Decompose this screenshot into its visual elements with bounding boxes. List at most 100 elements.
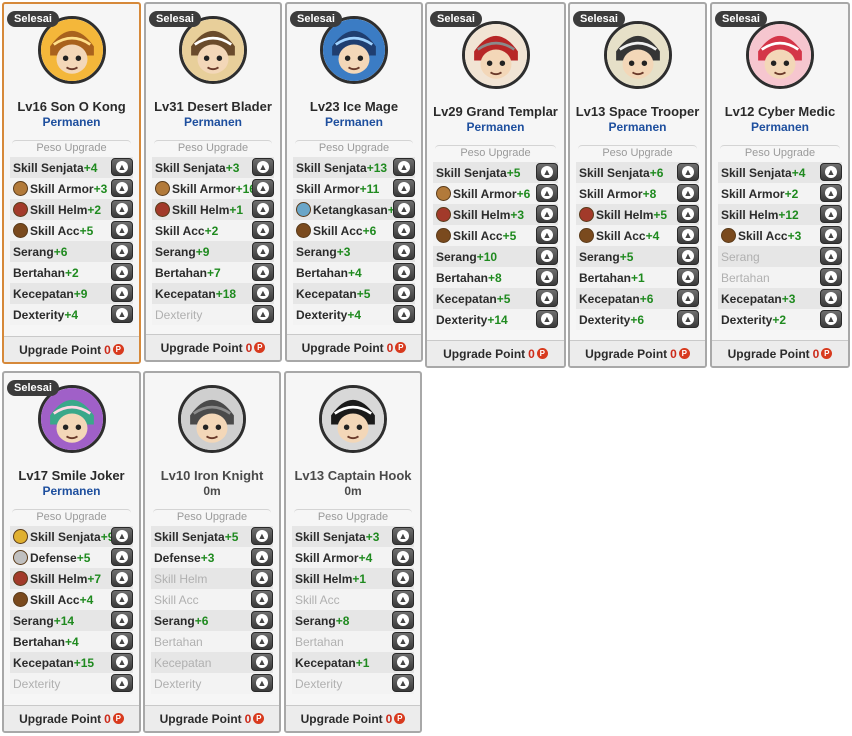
stat-row: Dexterity ▲ [292,673,414,694]
character-card[interactable]: Selesai Lv29 Grand Templar Permanen Peso Up… [425,2,566,368]
stat-upgrade-button[interactable]: ▲ [251,611,273,629]
stat-upgrade-button[interactable]: ▲ [252,179,274,197]
stat-upgrade-button[interactable]: ▲ [536,268,558,286]
stat-upgrade-button[interactable]: ▲ [677,184,699,202]
arrow-up-icon: ▲ [116,635,128,647]
stat-upgrade-button[interactable]: ▲ [677,163,699,181]
stat-upgrade-button[interactable]: ▲ [111,632,133,650]
stat-upgrade-button[interactable]: ▲ [536,205,558,223]
character-card[interactable]: Selesai Lv23 Ice Mage Permanen Peso Upgrade… [285,2,423,362]
stat-upgrade-button[interactable]: ▲ [111,590,133,608]
stat-upgrade-button[interactable]: ▲ [252,284,274,302]
stat-upgrade-button[interactable]: ▲ [111,653,133,671]
stat-upgrade-button[interactable]: ▲ [393,179,415,197]
stat-upgrade-button[interactable]: ▲ [111,221,133,239]
stat-label-group: Skill Acc +6 [293,223,376,238]
stat-upgrade-button[interactable]: ▲ [111,179,133,197]
stat-upgrade-button[interactable]: ▲ [252,221,274,239]
arrow-up-icon: ▲ [257,308,269,320]
stat-upgrade-button[interactable]: ▲ [536,184,558,202]
stat-upgrade-button[interactable]: ▲ [393,305,415,323]
stat-upgrade-button[interactable]: ▲ [820,184,842,202]
duration-label: Permanen [183,115,243,129]
stat-label: Bertahan [436,270,489,285]
stat-upgrade-button[interactable]: ▲ [111,200,133,218]
stat-label-group: Dexterity [10,677,60,691]
stat-upgrade-button[interactable]: ▲ [536,289,558,307]
stat-upgrade-button[interactable]: ▲ [111,527,133,545]
stat-upgrade-button[interactable]: ▲ [677,247,699,265]
stat-label: Dexterity [155,307,203,322]
stat-upgrade-button[interactable]: ▲ [820,247,842,265]
character-card[interactable]: Lv10 Iron Knight 0m Peso Upgrade Skill Senj… [143,371,281,733]
stat-row: Skill Acc +5 ▲ [433,225,558,246]
stat-upgrade-button[interactable]: ▲ [252,263,274,281]
character-card[interactable]: Selesai Lv31 Desert Blader Permanen Peso Up… [144,2,282,362]
stat-upgrade-button[interactable]: ▲ [392,611,414,629]
stat-upgrade-button[interactable]: ▲ [111,548,133,566]
stat-upgrade-button[interactable]: ▲ [677,226,699,244]
stat-upgrade-button[interactable]: ▲ [393,284,415,302]
stat-upgrade-button[interactable]: ▲ [820,226,842,244]
stat-upgrade-button[interactable]: ▲ [393,242,415,260]
stat-upgrade-button[interactable]: ▲ [677,205,699,223]
character-card[interactable]: Lv13 Captain Hook 0m Peso Upgrade Skill Sen… [284,371,422,733]
stat-label: Skill Senjata [13,160,84,175]
stat-upgrade-button[interactable]: ▲ [393,200,415,218]
stat-upgrade-button[interactable]: ▲ [393,263,415,281]
stat-upgrade-button[interactable]: ▲ [111,569,133,587]
stat-upgrade-button[interactable]: ▲ [111,158,133,176]
stat-upgrade-button[interactable]: ▲ [392,590,414,608]
stat-upgrade-button[interactable]: ▲ [392,674,414,692]
stat-upgrade-button[interactable]: ▲ [677,289,699,307]
stat-upgrade-button[interactable]: ▲ [677,310,699,328]
stat-upgrade-button[interactable]: ▲ [820,268,842,286]
stat-upgrade-button[interactable]: ▲ [820,163,842,181]
arrow-up-icon: ▲ [682,229,694,241]
stat-upgrade-button[interactable]: ▲ [251,548,273,566]
stat-upgrade-button[interactable]: ▲ [111,674,133,692]
stat-upgrade-button[interactable]: ▲ [251,632,273,650]
stat-label-group: Bertahan +7 [152,266,221,280]
stat-upgrade-button[interactable]: ▲ [820,289,842,307]
stat-upgrade-button[interactable]: ▲ [820,310,842,328]
stat-label-group: Skill Armor +6 [433,186,530,201]
stat-upgrade-button[interactable]: ▲ [392,653,414,671]
stat-upgrade-button[interactable]: ▲ [252,200,274,218]
arrow-up-icon: ▲ [257,245,269,257]
stat-label-group: Bertahan +4 [10,635,79,649]
stat-upgrade-button[interactable]: ▲ [392,548,414,566]
stat-upgrade-button[interactable]: ▲ [392,569,414,587]
character-card[interactable]: Selesai Lv12 Cyber Medic Permanen Peso Upgr… [710,2,850,368]
stat-label: Kecepatan [13,655,74,670]
stat-upgrade-button[interactable]: ▲ [393,221,415,239]
stat-upgrade-button[interactable]: ▲ [536,163,558,181]
stat-upgrade-button[interactable]: ▲ [536,247,558,265]
stat-upgrade-button[interactable]: ▲ [251,653,273,671]
stat-upgrade-button[interactable]: ▲ [251,527,273,545]
stat-upgrade-button[interactable]: ▲ [252,242,274,260]
stat-upgrade-button[interactable]: ▲ [111,611,133,629]
stat-upgrade-button[interactable]: ▲ [536,310,558,328]
stat-row: Serang +5 ▲ [576,246,699,267]
stat-upgrade-button[interactable]: ▲ [252,305,274,323]
stat-upgrade-button[interactable]: ▲ [111,305,133,323]
stat-upgrade-button[interactable]: ▲ [820,205,842,223]
upgrade-point-bar: Upgrade Point 0 P [146,334,280,360]
stat-upgrade-button[interactable]: ▲ [677,268,699,286]
character-card[interactable]: Selesai Lv13 Space Trooper Permanen Peso Up… [568,2,707,368]
stat-upgrade-button[interactable]: ▲ [111,263,133,281]
stat-upgrade-button[interactable]: ▲ [251,590,273,608]
character-card[interactable]: Selesai Lv16 Son O Kong Permanen Peso Upgra… [2,2,141,364]
stat-upgrade-button[interactable]: ▲ [536,226,558,244]
stat-upgrade-button[interactable]: ▲ [252,158,274,176]
character-card[interactable]: Selesai Lv17 Smile Joker Permanen Peso Upgr… [2,371,141,733]
stat-upgrade-button[interactable]: ▲ [393,158,415,176]
stat-upgrade-button[interactable]: ▲ [251,569,273,587]
stat-upgrade-button[interactable]: ▲ [392,632,414,650]
stat-label-group: Serang +9 [152,245,209,259]
stat-upgrade-button[interactable]: ▲ [392,527,414,545]
stat-upgrade-button[interactable]: ▲ [111,242,133,260]
stat-upgrade-button[interactable]: ▲ [111,284,133,302]
stat-upgrade-button[interactable]: ▲ [251,674,273,692]
